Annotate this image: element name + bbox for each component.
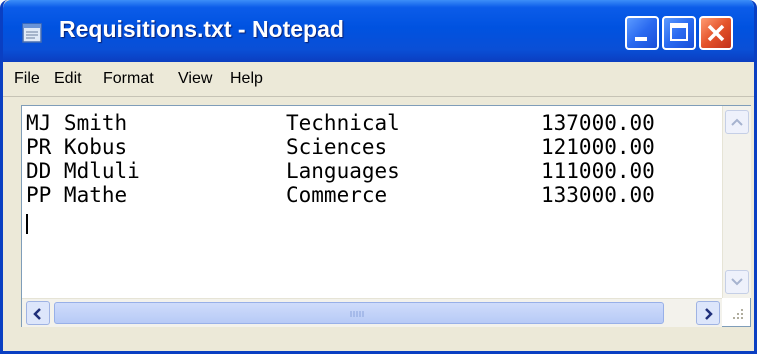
menu-help[interactable]: Help — [230, 70, 263, 88]
chevron-right-icon — [705, 308, 713, 320]
text-name: MJ Smith — [26, 111, 128, 135]
document-text[interactable]: MJ Smith Technical 137000.00 PR Kobus Sc… — [26, 111, 716, 234]
text-line: MJ Smith Technical 137000.00 — [26, 111, 716, 135]
text-dept: Sciences — [286, 135, 388, 159]
maximize-button[interactable] — [662, 16, 696, 50]
text-line: DD Mdluli Languages 111000.00 — [26, 159, 716, 183]
maximize-icon — [670, 23, 688, 41]
scroll-left-button[interactable] — [26, 301, 50, 325]
close-icon — [707, 24, 725, 42]
scroll-up-button[interactable] — [725, 110, 749, 134]
text-name: DD Mdluli — [26, 159, 140, 183]
minimize-icon — [635, 37, 647, 41]
text-editor[interactable]: MJ Smith Technical 137000.00 PR Kobus Sc… — [21, 105, 751, 327]
scroll-thumb[interactable] — [54, 302, 664, 324]
text-amount: 111000.00 — [541, 159, 655, 183]
text-line: PR Kobus Sciences 121000.00 — [26, 135, 716, 159]
notepad-icon — [22, 23, 42, 43]
chevron-down-icon — [731, 278, 743, 286]
text-caret — [26, 214, 28, 234]
text-dept: Technical — [286, 111, 400, 135]
minimize-button[interactable] — [625, 16, 659, 50]
menu-view[interactable]: View — [178, 70, 212, 88]
text-dept: Languages — [286, 159, 400, 183]
text-amount: 121000.00 — [541, 135, 655, 159]
text-amount: 137000.00 — [541, 111, 655, 135]
text-line: PP Mathe Commerce 133000.00 — [26, 183, 716, 207]
text-name: PR Kobus — [26, 135, 128, 159]
resize-grip-icon[interactable] — [724, 300, 748, 324]
menu-format[interactable]: Format — [103, 70, 154, 88]
close-button[interactable] — [699, 16, 733, 50]
menu-bar: File Edit Format View Help — [3, 62, 754, 97]
chevron-left-icon — [33, 308, 41, 320]
scroll-right-button[interactable] — [696, 301, 720, 325]
text-amount: 133000.00 — [541, 183, 655, 207]
title-bar[interactable]: Requisitions.txt - Notepad — [3, 0, 754, 62]
menu-file[interactable]: File — [14, 70, 40, 88]
vertical-scrollbar[interactable] — [722, 106, 751, 298]
window-title: Requisitions.txt - Notepad — [59, 16, 344, 42]
notepad-window: Requisitions.txt - Notepad File Edit For… — [0, 0, 757, 354]
chevron-up-icon — [731, 118, 743, 126]
grip-icon — [350, 311, 364, 317]
text-dept: Commerce — [286, 183, 388, 207]
scroll-down-button[interactable] — [725, 270, 749, 294]
horizontal-scrollbar[interactable] — [22, 298, 722, 327]
menu-edit[interactable]: Edit — [54, 70, 82, 88]
text-name: PP Mathe — [26, 183, 128, 207]
